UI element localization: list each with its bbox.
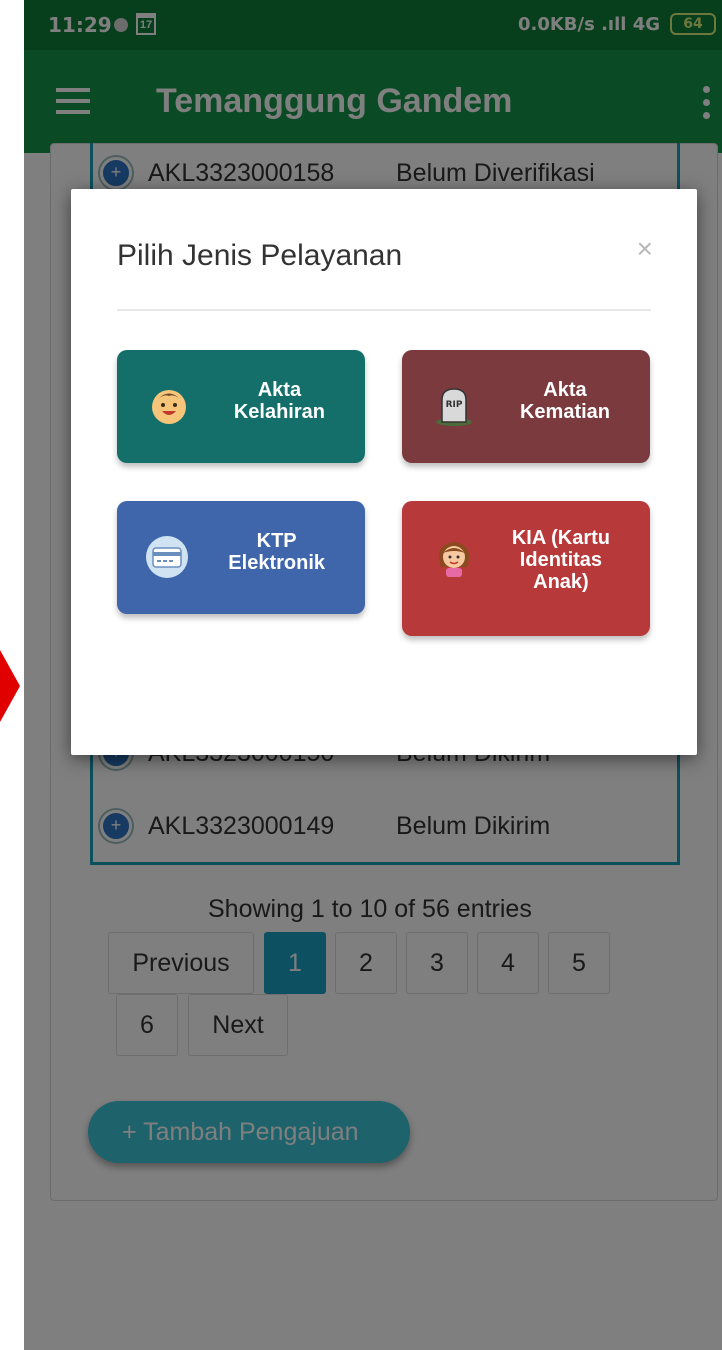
electronic-id-card-button[interactable]: KTP Elektronik xyxy=(117,501,365,614)
svg-text:RIP: RIP xyxy=(446,400,463,410)
death-certificate-button[interactable]: RIP Akta Kematian xyxy=(402,350,650,463)
modal-title: Pilih Jenis Pelayanan xyxy=(117,239,403,272)
id-card-icon xyxy=(146,536,188,578)
phone-screen: 11:29 17 0.0KB/s .ıll 4G 64 Temanggung G… xyxy=(24,0,722,1350)
modal-divider xyxy=(117,309,651,311)
service-label: Akta Kelahiran xyxy=(233,379,325,423)
service-label: KIA (Kartu Identitas Anak) xyxy=(511,527,610,593)
service-label: Akta Kematian xyxy=(519,379,610,423)
tombstone-icon: RIP xyxy=(436,388,472,426)
birth-certificate-button[interactable]: Akta Kelahiran xyxy=(117,350,365,463)
child-id-card-button[interactable]: KIA (Kartu Identitas Anak) xyxy=(402,501,650,636)
service-type-modal: Pilih Jenis Pelayanan × Akta Kelahiran R… xyxy=(71,189,697,755)
red-arrow-marker xyxy=(0,650,20,722)
service-label: KTP Elektronik xyxy=(228,530,325,574)
girl-icon xyxy=(438,542,470,577)
close-icon[interactable]: × xyxy=(637,233,653,265)
baby-icon xyxy=(152,390,186,424)
